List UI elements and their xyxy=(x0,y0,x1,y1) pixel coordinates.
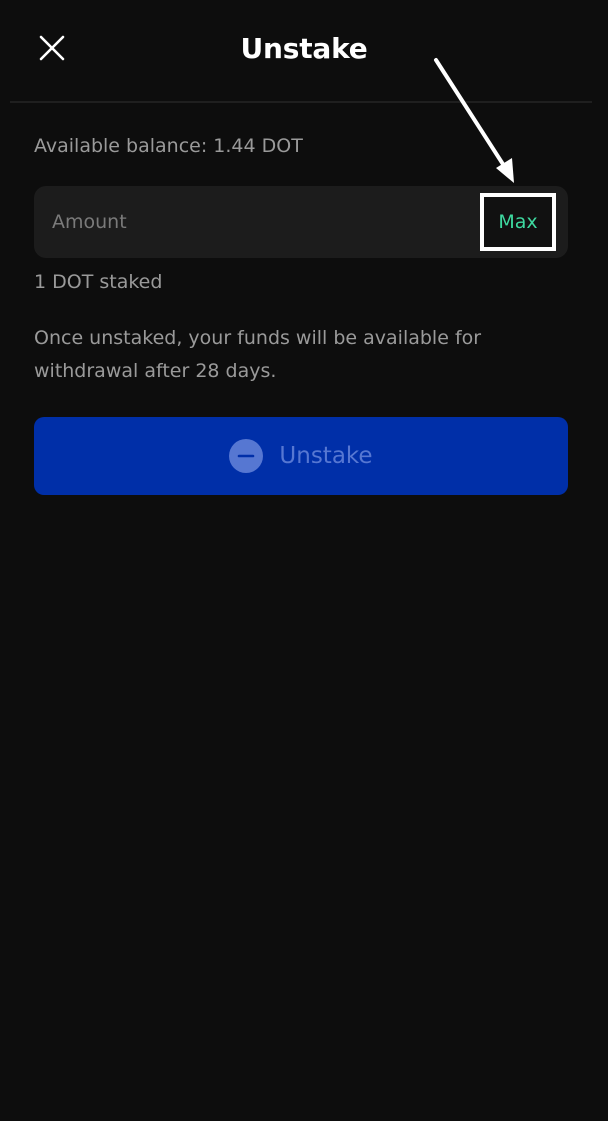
staked-amount: 1 DOT staked xyxy=(34,271,163,293)
unstake-button[interactable]: Unstake xyxy=(34,417,568,495)
unstake-button-label: Unstake xyxy=(279,443,373,469)
amount-field-container: Max xyxy=(34,186,568,258)
unstake-info-text: Once unstaked, your funds will be availa… xyxy=(34,327,482,382)
minus-circle-icon xyxy=(229,439,264,473)
amount-input[interactable] xyxy=(34,186,464,258)
max-button[interactable]: Max xyxy=(480,193,556,251)
available-balance: Available balance: 1.44 DOT xyxy=(34,135,303,157)
annotation-arrow-icon xyxy=(434,58,514,183)
